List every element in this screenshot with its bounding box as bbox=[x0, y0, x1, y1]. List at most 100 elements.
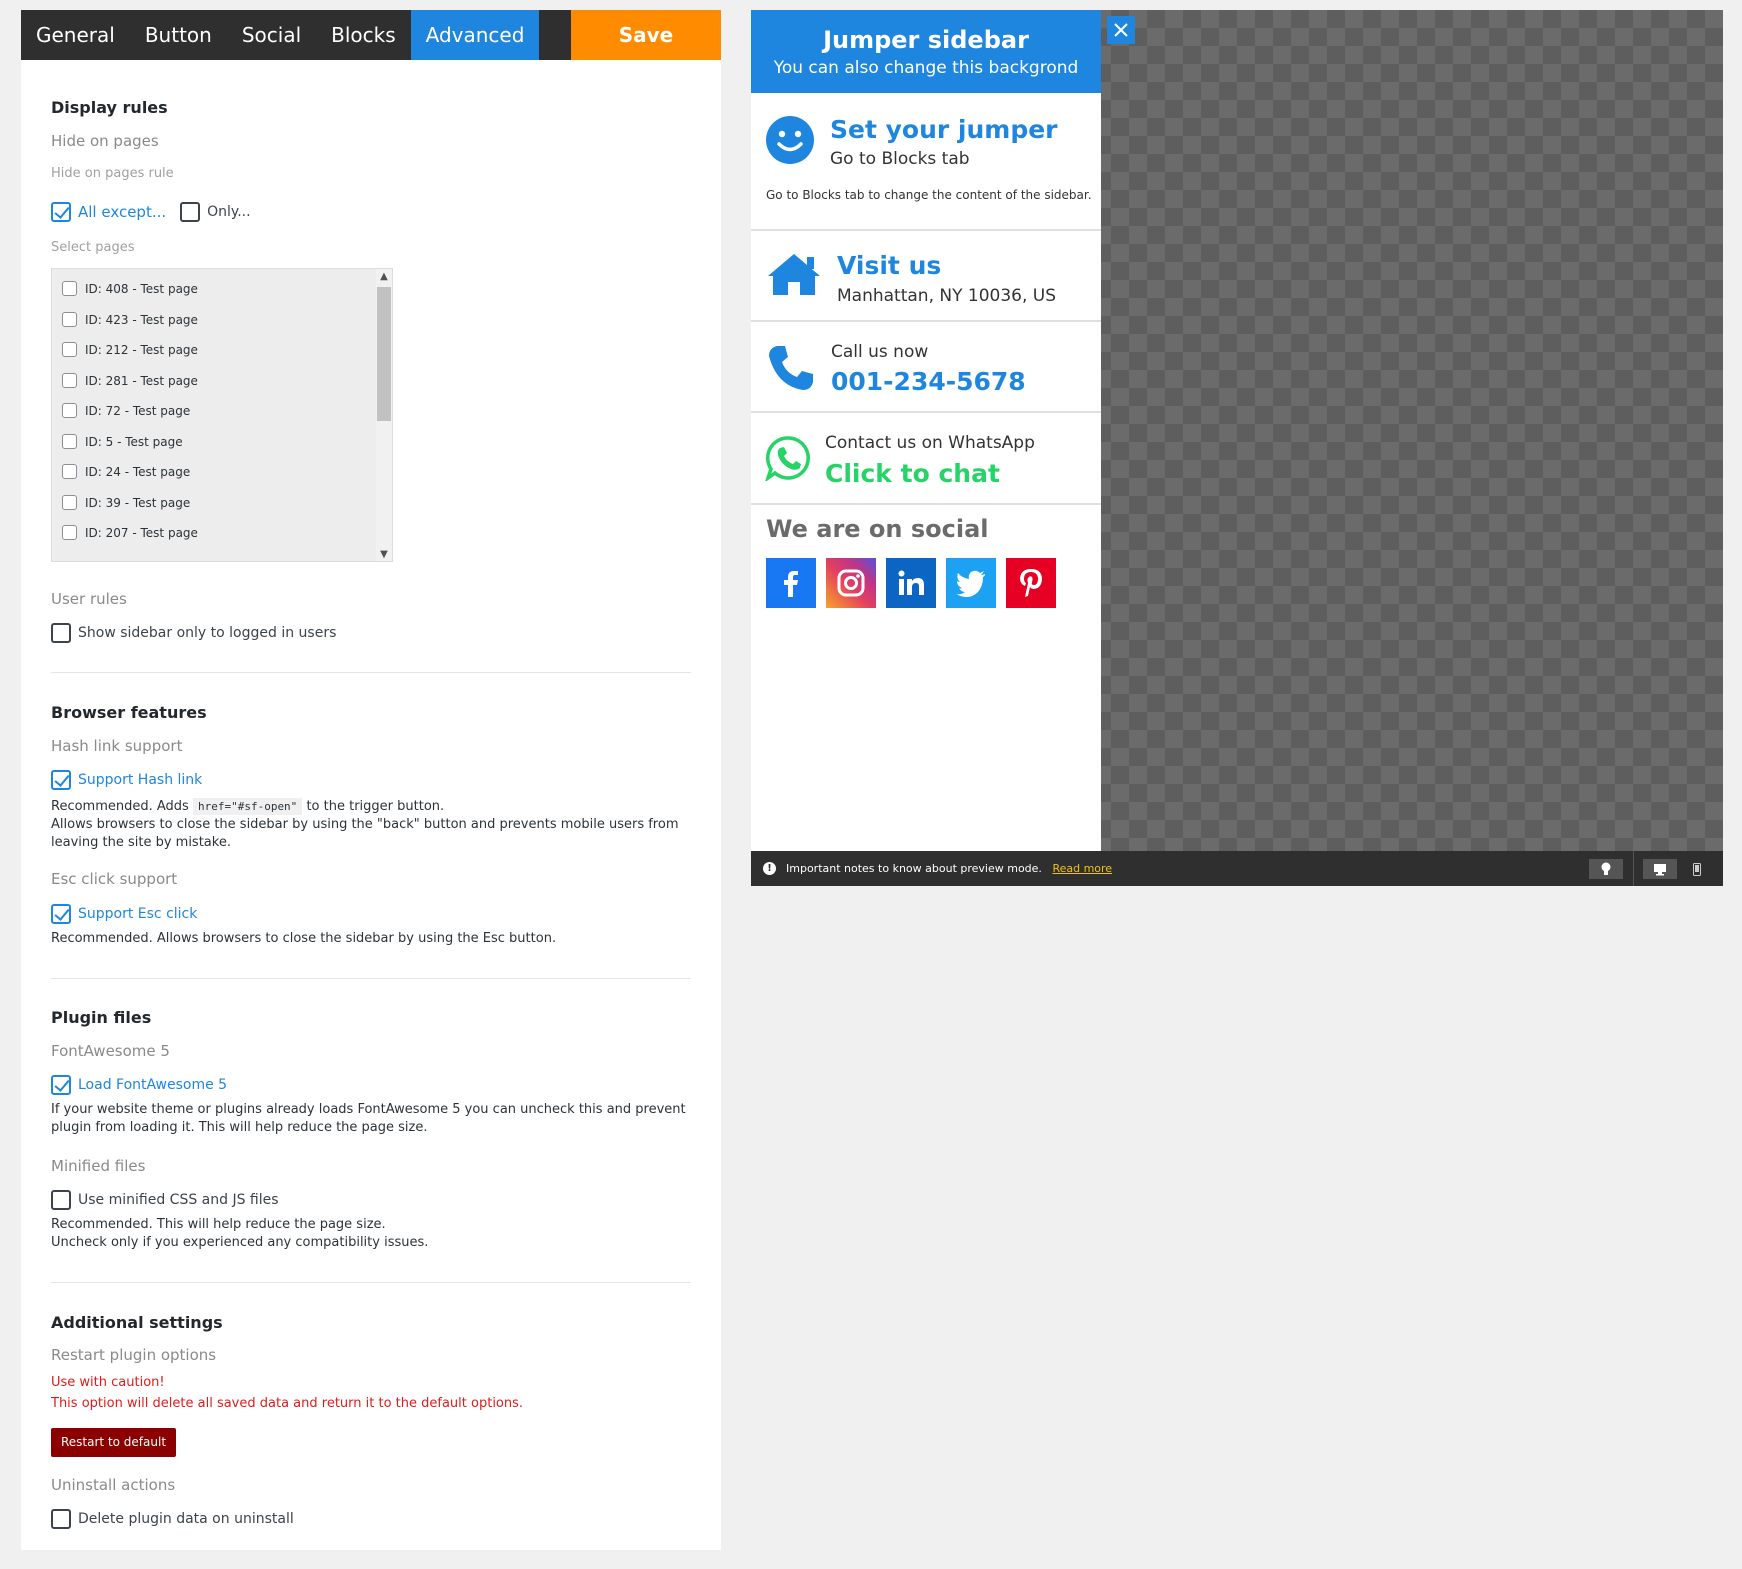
twitter-icon[interactable] bbox=[946, 558, 996, 608]
uninstall-option: Delete plugin data on uninstall bbox=[51, 1509, 294, 1529]
list-item[interactable]: ID: 39 - Test page bbox=[62, 495, 190, 510]
sidebar-header: Jumper sidebar You can also change this … bbox=[751, 10, 1101, 93]
fontawesome-label: FontAwesome 5 bbox=[51, 1042, 170, 1060]
phone-icon bbox=[769, 346, 813, 390]
tab-social[interactable]: Social bbox=[227, 10, 316, 60]
whatsapp-icon bbox=[765, 436, 810, 481]
home-icon bbox=[768, 254, 820, 295]
page-checkbox[interactable] bbox=[62, 525, 77, 540]
all-except-checkbox[interactable] bbox=[51, 202, 71, 222]
esc-description: Recommended. Allows browsers to close th… bbox=[51, 931, 557, 946]
list-item[interactable]: ID: 5 - Test page bbox=[62, 434, 183, 449]
list-item[interactable]: ID: 281 - Test page bbox=[62, 373, 198, 388]
page-checkbox[interactable] bbox=[62, 495, 77, 510]
list-item[interactable]: ID: 408 - Test page bbox=[62, 281, 198, 296]
click-to-chat[interactable]: Click to chat bbox=[825, 459, 1000, 488]
browser-features-heading: Browser features bbox=[51, 703, 207, 722]
list-scrollbar[interactable]: ▲ ▼ bbox=[376, 269, 392, 561]
block-jumper-description: Go to Blocks tab to change the content o… bbox=[766, 188, 1092, 202]
block-call-label: Call us now bbox=[831, 342, 929, 362]
close-icon[interactable] bbox=[1107, 16, 1135, 44]
esc-click-checkbox[interactable] bbox=[51, 904, 71, 924]
only-label: Only... bbox=[207, 204, 251, 220]
mobile-icon[interactable] bbox=[1687, 859, 1707, 879]
tab-button[interactable]: Button bbox=[130, 10, 227, 60]
page-checkbox[interactable] bbox=[62, 312, 77, 327]
page-checkbox[interactable] bbox=[62, 434, 77, 449]
divider bbox=[51, 1282, 691, 1283]
desktop-icon[interactable] bbox=[1643, 859, 1677, 879]
list-item[interactable]: ID: 72 - Test page bbox=[62, 403, 190, 418]
page-checkbox[interactable] bbox=[62, 464, 77, 479]
uninstall-checkbox[interactable] bbox=[51, 1509, 71, 1529]
tab-general[interactable]: General bbox=[21, 10, 130, 60]
facebook-icon[interactable] bbox=[766, 558, 816, 608]
hash-link-checkbox[interactable] bbox=[51, 770, 71, 790]
page-checkbox[interactable] bbox=[62, 403, 77, 418]
social-icons bbox=[766, 558, 1056, 608]
block-call[interactable]: Call us now 001-234-5678 bbox=[751, 322, 1101, 413]
save-button[interactable]: Save bbox=[571, 10, 721, 60]
fontawesome-option: Load FontAwesome 5 bbox=[51, 1075, 227, 1095]
logged-in-option: Show sidebar only to logged in users bbox=[51, 623, 336, 643]
jumper-sidebar: Jumper sidebar You can also change this … bbox=[751, 10, 1101, 851]
divider bbox=[51, 978, 691, 979]
fontawesome-description: If your website theme or plugins already… bbox=[51, 1102, 686, 1135]
tab-blocks[interactable]: Blocks bbox=[316, 10, 411, 60]
block-visit[interactable]: Visit us Manhattan, NY 10036, US bbox=[751, 231, 1101, 322]
divider bbox=[1633, 851, 1634, 886]
pages-list[interactable]: ID: 408 - Test page ID: 423 - Test page … bbox=[51, 268, 393, 562]
esc-support-label: Esc click support bbox=[51, 870, 178, 888]
sidebar-subtitle: You can also change this backgrond bbox=[773, 58, 1079, 78]
block-jumper-title: Set your jumper bbox=[830, 115, 1058, 144]
smile-icon bbox=[766, 116, 814, 164]
list-item[interactable]: ID: 423 - Test page bbox=[62, 312, 198, 327]
block-whatsapp[interactable]: Contact us on WhatsApp Click to chat bbox=[751, 413, 1101, 505]
user-rules-label: User rules bbox=[51, 590, 127, 608]
list-item[interactable]: ID: 207 - Test page bbox=[62, 525, 198, 540]
restart-button[interactable]: Restart to default bbox=[51, 1428, 177, 1457]
list-item[interactable]: ID: 212 - Test page bbox=[62, 342, 198, 357]
logged-in-checkbox[interactable] bbox=[51, 623, 71, 643]
list-item[interactable]: ID: 24 - Test page bbox=[62, 464, 190, 479]
hash-support-label: Hash link support bbox=[51, 737, 183, 755]
preview-notice: Important notes to know about preview mo… bbox=[786, 862, 1113, 875]
hide-on-pages-rule-label: Hide on pages rule bbox=[51, 166, 174, 181]
read-more-link[interactable]: Read more bbox=[1052, 862, 1112, 875]
minified-option: Use minified CSS and JS files bbox=[51, 1190, 279, 1210]
fontawesome-checkbox-label: Load FontAwesome 5 bbox=[78, 1077, 228, 1093]
scroll-thumb[interactable] bbox=[377, 287, 391, 421]
caution-text: Use with caution! bbox=[51, 1375, 165, 1390]
scroll-up-icon[interactable]: ▲ bbox=[376, 269, 392, 285]
esc-option: Support Esc click bbox=[51, 904, 197, 924]
phone-number: 001-234-5678 bbox=[831, 367, 1026, 396]
pinterest-icon[interactable] bbox=[1006, 558, 1056, 608]
page-checkbox[interactable] bbox=[62, 373, 77, 388]
display-rules-heading: Display rules bbox=[51, 98, 168, 117]
social-heading: We are on social bbox=[766, 515, 989, 543]
page-checkbox[interactable] bbox=[62, 281, 77, 296]
minified-description: Recommended. This will help reduce the p… bbox=[51, 1217, 429, 1250]
only-checkbox[interactable] bbox=[180, 202, 201, 222]
logged-in-label: Show sidebar only to logged in users bbox=[78, 625, 337, 641]
page-checkbox[interactable] bbox=[62, 342, 77, 357]
select-pages-label: Select pages bbox=[51, 240, 135, 255]
additional-settings-heading: Additional settings bbox=[51, 1313, 223, 1332]
hash-code: href="#sf-open" bbox=[192, 798, 303, 815]
hash-link-label: Support Hash link bbox=[78, 772, 203, 788]
minified-checkbox[interactable] bbox=[51, 1190, 71, 1210]
minified-checkbox-label: Use minified CSS and JS files bbox=[78, 1192, 279, 1208]
block-jumper[interactable]: Set your jumper Go to Blocks tab Go to B… bbox=[751, 93, 1101, 231]
hash-description: Recommended. Adds href="#sf-open" to the… bbox=[51, 798, 679, 850]
lightbulb-icon[interactable] bbox=[1589, 859, 1623, 879]
minified-label: Minified files bbox=[51, 1157, 146, 1175]
rule-options: All except... Only... bbox=[51, 202, 251, 222]
instagram-icon[interactable] bbox=[826, 558, 876, 608]
restart-options-label: Restart plugin options bbox=[51, 1346, 217, 1364]
tab-advanced[interactable]: Advanced bbox=[410, 10, 540, 60]
fontawesome-checkbox[interactable] bbox=[51, 1075, 71, 1095]
plugin-files-heading: Plugin files bbox=[51, 1008, 152, 1027]
linkedin-icon[interactable] bbox=[886, 558, 936, 608]
block-jumper-subtitle: Go to Blocks tab bbox=[830, 149, 970, 169]
scroll-down-icon[interactable]: ▼ bbox=[376, 547, 392, 561]
